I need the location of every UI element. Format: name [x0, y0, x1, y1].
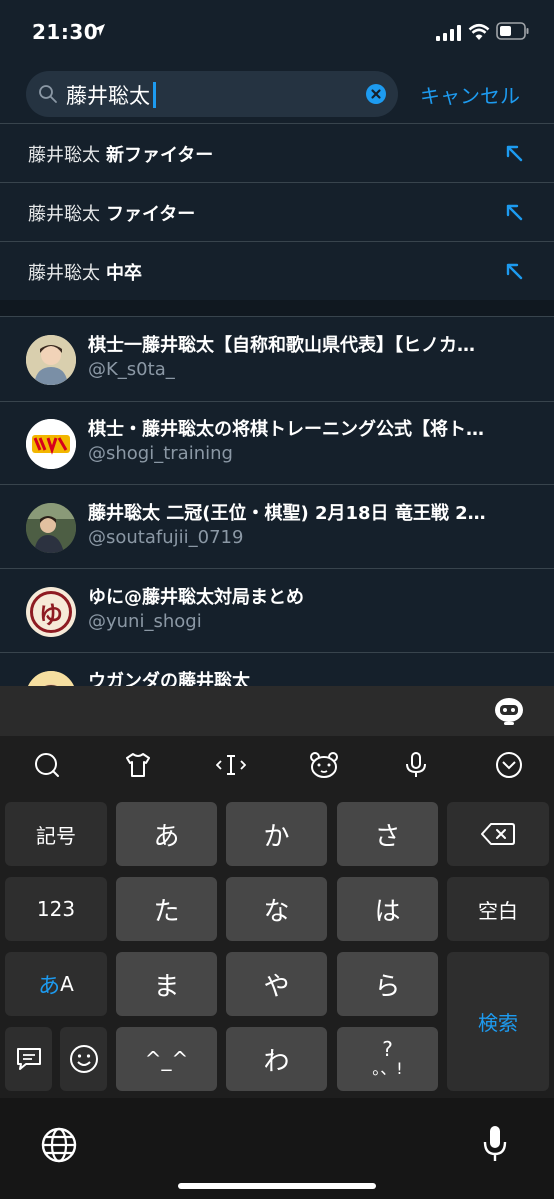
section-gap — [0, 300, 554, 316]
tshirt-icon[interactable] — [124, 751, 152, 779]
avatar[interactable]: ゆ — [26, 587, 76, 637]
key-ha[interactable]: は — [337, 877, 438, 941]
cancel-button[interactable]: キャンセル — [420, 80, 520, 109]
suggestion-suffix: 中卒 — [106, 263, 142, 284]
text-caret — [153, 82, 156, 108]
user-result[interactable]: 棋士一藤井聡太【自称和歌山県代表】【ヒノカ… @K_s0ta_ — [0, 317, 554, 401]
status-bar: 21:30 — [0, 0, 554, 64]
key-ya[interactable]: や — [226, 952, 327, 1016]
avatar[interactable] — [26, 671, 76, 686]
search-key[interactable]: 検索 — [447, 952, 549, 1091]
key-kaomoji[interactable]: ^_^ — [116, 1027, 217, 1091]
suggestion-text: 藤井聡太 ファイター — [28, 200, 195, 226]
key-sa[interactable]: さ — [337, 802, 438, 866]
input-mode-kana: あ — [38, 974, 61, 999]
search-query-text: 藤井聡太 — [66, 84, 150, 108]
battery-icon — [496, 22, 529, 40]
input-mode-key[interactable]: あA — [5, 952, 107, 1016]
suggestion-suffix: 新ファイター — [106, 145, 214, 166]
backspace-icon — [481, 823, 515, 845]
suggestion-item[interactable]: 藤井聡太 新ファイター — [0, 124, 554, 183]
user-display-name: ゆに@藤井聡太対局まとめ — [88, 587, 304, 608]
key-ra[interactable]: ら — [337, 952, 438, 1016]
key-ma[interactable]: ま — [116, 952, 217, 1016]
chat-bubble-icon — [16, 1048, 41, 1070]
key-ka[interactable]: か — [226, 802, 327, 866]
wifi-icon — [468, 23, 490, 40]
user-result[interactable]: ゆ ゆに@藤井聡太対局まとめ @yuni_shogi — [0, 569, 554, 653]
keyboard-assistant-icon[interactable] — [493, 695, 525, 727]
key-punctuation[interactable]: ? 。、! — [337, 1027, 438, 1091]
user-display-name: 藤井聡太 二冠(王位・棋聖) 2月18日 竜王戦 2… — [88, 503, 486, 524]
key-ta[interactable]: た — [116, 877, 217, 941]
keyboard-clipboard-key[interactable] — [5, 1027, 52, 1091]
user-display-name: 棋士一藤井聡太【自称和歌山県代表】【ヒノカ… — [88, 335, 475, 356]
location-arrow-icon — [93, 24, 105, 36]
user-display-name: 棋士・藤井聡太の将棋トレーニング公式【将ト… — [88, 419, 484, 440]
punct-question: ? — [382, 1037, 393, 1061]
suggestion-item[interactable]: 藤井聡太 ファイター — [0, 183, 554, 242]
avatar[interactable] — [26, 419, 76, 469]
user-result[interactable]: 棋士・藤井聡太の将棋トレーニング公式【将ト… @shogi_training — [0, 401, 554, 485]
user-result[interactable]: ウガンダの藤井聡太 — [0, 653, 554, 686]
suggestion-item[interactable]: 藤井聡太 中卒 — [0, 242, 554, 301]
keyboard-candidate-bar — [0, 686, 554, 736]
status-time: 21:30 — [32, 20, 99, 44]
clear-search-icon[interactable] — [366, 84, 386, 104]
home-indicator — [178, 1183, 376, 1189]
suggestion-base: 藤井聡太 — [28, 263, 100, 284]
avatar[interactable] — [26, 503, 76, 553]
avatar[interactable] — [26, 335, 76, 385]
fill-query-arrow-icon[interactable] — [504, 202, 524, 222]
key-na[interactable]: な — [226, 877, 327, 941]
user-result[interactable]: 藤井聡太 二冠(王位・棋聖) 2月18日 竜王戦 2… @soutafujii_… — [0, 485, 554, 569]
symbols-key[interactable]: 記号 — [5, 802, 107, 866]
number-key[interactable]: 123 — [5, 877, 107, 941]
suggestion-base: 藤井聡太 — [28, 204, 100, 225]
user-handle: @shogi_training — [88, 443, 233, 464]
input-mode-alpha: A — [60, 972, 74, 996]
keyboard-search-icon[interactable] — [33, 751, 61, 779]
key-wa[interactable]: わ — [226, 1027, 327, 1091]
user-handle: @yuni_shogi — [88, 611, 202, 632]
keyboard: 記号 あ か さ 123 た な は 空白 あA ま や ら 検索 ^_^ わ … — [0, 796, 554, 1098]
search-query[interactable]: 藤井聡太 — [66, 80, 156, 110]
user-handle: @soutafujii_0719 — [88, 527, 244, 548]
avatar-glyph: ゆ — [30, 591, 72, 633]
keyboard-toolbar — [0, 736, 554, 796]
voice-input-icon[interactable] — [404, 751, 428, 779]
cellular-signal-icon — [436, 25, 461, 41]
globe-icon[interactable] — [40, 1126, 78, 1164]
suggestion-suffix: ファイター — [106, 204, 196, 225]
smiley-icon — [69, 1045, 98, 1073]
user-handle: @K_s0ta_ — [88, 359, 175, 380]
delete-key[interactable] — [447, 802, 549, 866]
dictation-icon[interactable] — [482, 1124, 508, 1164]
suggestion-base: 藤井聡太 — [28, 145, 100, 166]
search-icon — [39, 85, 57, 103]
key-a[interactable]: あ — [116, 802, 217, 866]
emoji-key[interactable] — [60, 1027, 107, 1091]
emoji-bear-icon[interactable] — [309, 751, 339, 779]
suggestion-text: 藤井聡太 新ファイター — [28, 141, 213, 167]
user-display-name: ウガンダの藤井聡太 — [88, 671, 250, 686]
suggestion-text: 藤井聡太 中卒 — [28, 259, 142, 285]
space-key[interactable]: 空白 — [447, 877, 549, 941]
collapse-keyboard-icon[interactable] — [495, 751, 523, 779]
cursor-move-icon[interactable] — [216, 751, 246, 779]
fill-query-arrow-icon[interactable] — [504, 261, 524, 281]
fill-query-arrow-icon[interactable] — [504, 143, 524, 163]
punct-marks: 。、! — [372, 1059, 403, 1078]
